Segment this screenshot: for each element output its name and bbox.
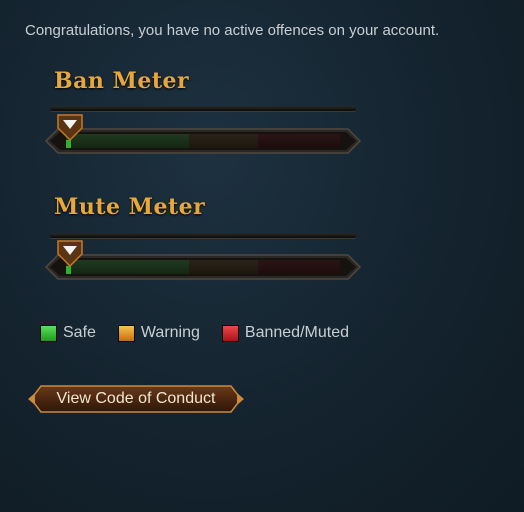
ban-meter-title: Ban Meter bbox=[54, 68, 190, 94]
marker-arrow-icon bbox=[57, 114, 83, 142]
ban-meter-marker bbox=[56, 114, 84, 142]
status-message: Congratulations, you have no active offe… bbox=[25, 22, 440, 39]
marker-arrow-icon bbox=[57, 240, 83, 268]
safe-color-swatch bbox=[40, 324, 57, 342]
meter-legend: Safe Warning Banned/Muted bbox=[40, 322, 371, 344]
legend-label: Safe bbox=[63, 324, 96, 341]
mute-meter-track bbox=[66, 260, 340, 274]
mute-meter-title: Mute Meter bbox=[54, 194, 206, 220]
mute-meter-muted-zone bbox=[257, 260, 340, 274]
warning-color-swatch bbox=[117, 324, 135, 342]
mute-meter-warning-zone bbox=[189, 260, 258, 274]
ban-meter-warning-zone bbox=[189, 134, 258, 148]
ban-meter-top-rail bbox=[50, 106, 356, 111]
ban-meter-safe-zone bbox=[66, 134, 190, 148]
view-code-of-conduct-button[interactable]: View Code of Conduct bbox=[27, 383, 245, 415]
legend-label: Warning bbox=[140, 324, 200, 341]
legend-item-safe: Safe bbox=[40, 324, 96, 342]
mute-meter-safe-zone bbox=[66, 260, 190, 274]
legend-item-warning: Warning bbox=[117, 324, 200, 342]
legend-item-banned-muted: Banned/Muted bbox=[221, 324, 349, 342]
ban-meter-track bbox=[66, 134, 340, 148]
legend-label: Banned/Muted bbox=[244, 324, 349, 341]
mute-meter-top-rail bbox=[50, 233, 356, 238]
mute-meter bbox=[44, 252, 362, 282]
mute-meter-marker bbox=[56, 240, 84, 268]
ban-meter-banned-zone bbox=[257, 134, 340, 148]
ban-meter bbox=[44, 126, 362, 156]
button-label: View Code of Conduct bbox=[56, 390, 216, 407]
banned-color-swatch bbox=[221, 324, 239, 342]
